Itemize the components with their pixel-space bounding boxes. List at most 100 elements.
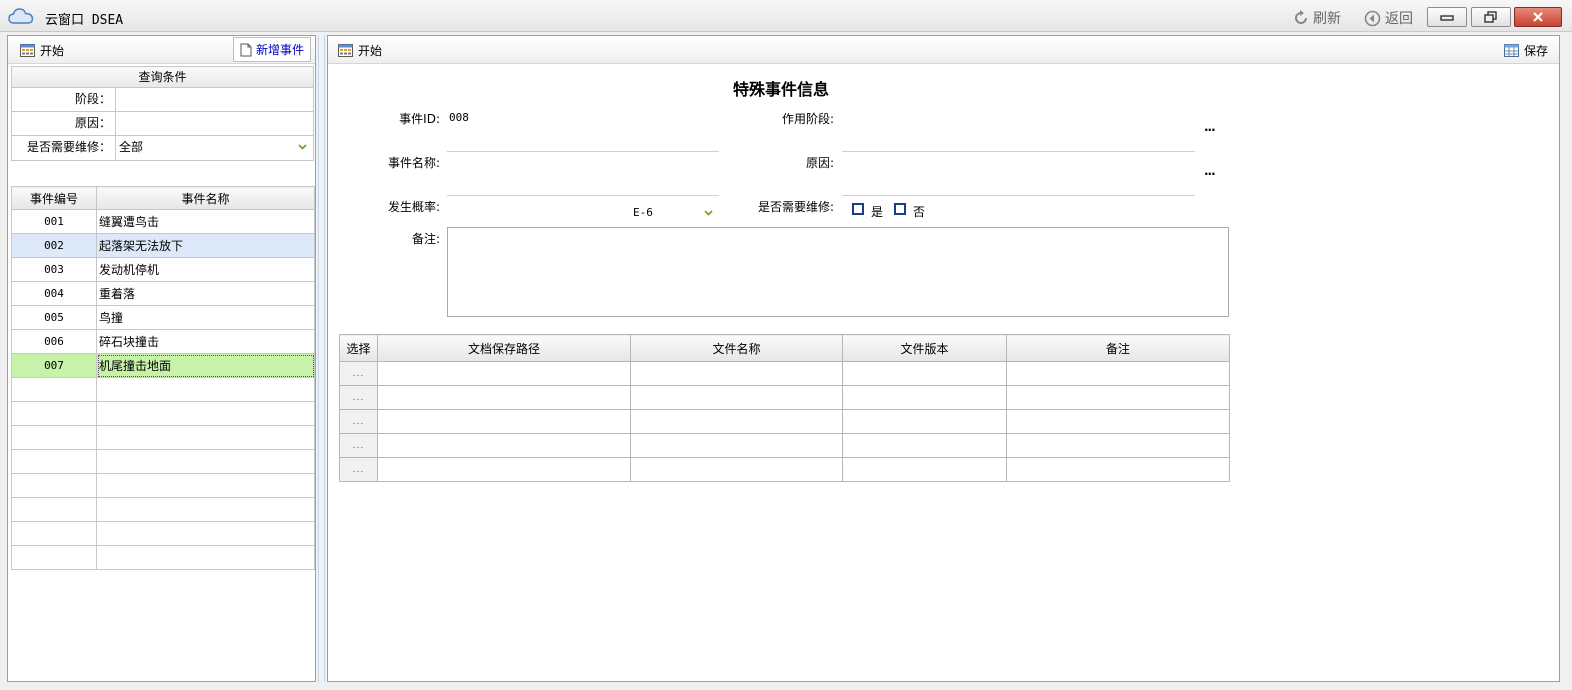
right-panel-header: 开始 保存 — [328, 36, 1559, 64]
right-start-tab[interactable]: 开始 — [338, 42, 382, 59]
query-row-stage: 阶段： — [12, 88, 313, 112]
minimize-button[interactable] — [1427, 7, 1467, 27]
restore-button[interactable] — [1471, 7, 1511, 27]
save-button[interactable]: 保存 — [1503, 42, 1548, 59]
doc-path-cell[interactable] — [377, 457, 631, 482]
refresh-label: 刷新 — [1313, 11, 1341, 27]
doc-path-cell[interactable] — [377, 409, 631, 434]
reason-input[interactable] — [116, 112, 313, 135]
file-name-cell[interactable] — [630, 457, 843, 482]
event-id-label: 事件ID: — [399, 112, 440, 126]
file-name-cell[interactable] — [630, 409, 843, 434]
doc-notes-cell[interactable] — [1006, 361, 1230, 386]
repair-yes-checkbox[interactable] — [852, 203, 864, 215]
col-file-version: 文件版本 — [842, 334, 1007, 362]
row-select-button[interactable]: ... — [339, 409, 378, 434]
back-button[interactable]: 返回 — [1364, 8, 1413, 28]
file-name-cell[interactable] — [630, 361, 843, 386]
col-select: 选择 — [339, 334, 378, 362]
empty-cell — [96, 545, 315, 570]
row-select-button[interactable]: ... — [339, 361, 378, 386]
file-name-cell[interactable] — [630, 385, 843, 410]
doc-notes-cell[interactable] — [1006, 409, 1230, 434]
table-save-icon — [1503, 44, 1519, 57]
table-row: ... — [339, 457, 1230, 482]
table-row[interactable]: 002 起落架无法放下 — [11, 233, 315, 258]
doc-notes-cell[interactable] — [1006, 385, 1230, 410]
form-title: 特殊事件信息 — [733, 80, 830, 99]
repair-filter-label: 是否需要维修： — [12, 136, 116, 160]
new-document-icon — [240, 43, 252, 56]
event-name-cell: 起落架无法放下 — [96, 233, 315, 258]
file-version-cell[interactable] — [842, 433, 1007, 458]
stage-input[interactable] — [116, 88, 313, 111]
event-detail-panel: 开始 保存 特殊事件信息 事件ID: 008 作用阶段: ... 事件名称: 原… — [327, 35, 1560, 682]
refresh-button[interactable]: 刷新 — [1293, 8, 1341, 28]
table-row: ... — [339, 433, 1230, 458]
stage-more-button[interactable]: ... — [1204, 120, 1216, 134]
event-id-value: 008 — [449, 111, 469, 124]
file-name-cell[interactable] — [630, 433, 843, 458]
notes-textarea[interactable] — [447, 227, 1229, 317]
empty-cell — [11, 401, 97, 426]
event-name-label: 事件名称: — [387, 156, 440, 170]
file-version-cell[interactable] — [842, 385, 1007, 410]
reason-underline — [842, 195, 1195, 196]
file-version-cell[interactable] — [842, 409, 1007, 434]
doc-path-cell[interactable] — [377, 433, 631, 458]
doc-path-cell[interactable] — [377, 385, 631, 410]
event-id-cell: 002 — [11, 233, 97, 258]
reason-field-label: 原因: — [805, 156, 834, 170]
event-id-cell: 001 — [11, 209, 97, 234]
chevron-down-icon — [298, 144, 307, 150]
row-select-button[interactable]: ... — [339, 385, 378, 410]
empty-cell — [96, 473, 315, 498]
empty-cell — [11, 497, 97, 522]
file-version-cell[interactable] — [842, 457, 1007, 482]
stage-label: 阶段： — [12, 88, 116, 111]
close-button[interactable] — [1514, 7, 1562, 27]
table-row[interactable]: 004 重着落 — [11, 281, 315, 306]
table-row[interactable]: 005 鸟撞 — [11, 305, 315, 330]
doc-path-cell[interactable] — [377, 361, 631, 386]
file-version-cell[interactable] — [842, 361, 1007, 386]
col-event-name: 事件名称 — [96, 186, 315, 210]
event-id-cell: 004 — [11, 281, 97, 306]
empty-cell — [96, 401, 315, 426]
doc-notes-cell[interactable] — [1006, 433, 1230, 458]
event-table: 事件编号 事件名称 001 缝翼遭鸟击 002 起落架无法放下 003 发动机停机 0… — [11, 186, 315, 570]
left-start-tab[interactable]: 开始 — [20, 42, 64, 59]
empty-cell — [11, 521, 97, 546]
window-title: 云窗口 DSEA — [45, 13, 124, 28]
add-event-button[interactable]: 新增事件 — [232, 37, 311, 62]
probability-label: 发生概率: — [387, 200, 440, 214]
back-label: 返回 — [1385, 11, 1413, 27]
stage-underline — [842, 151, 1195, 152]
query-row-repair: 是否需要维修： 全部 — [12, 136, 313, 160]
notes-label: 备注: — [411, 232, 440, 246]
table-row-selected[interactable]: 007 机尾撞击地面 — [11, 353, 315, 378]
documents-table-header: 选择 文档保存路径 文件名称 文件版本 备注 — [339, 334, 1230, 362]
row-select-button[interactable]: ... — [339, 433, 378, 458]
minimize-icon — [1440, 15, 1454, 21]
row-select-button[interactable]: ... — [339, 457, 378, 482]
reason-label: 原因： — [12, 112, 116, 135]
table-row[interactable]: 003 发动机停机 — [11, 257, 315, 282]
repair-no-checkbox[interactable] — [894, 203, 906, 215]
doc-notes-cell[interactable] — [1006, 457, 1230, 482]
reason-more-button[interactable]: ... — [1204, 164, 1216, 178]
table-row-empty — [11, 473, 315, 498]
empty-cell — [96, 449, 315, 474]
probability-select[interactable]: E-6 — [633, 206, 653, 219]
panel-splitter[interactable] — [318, 35, 325, 682]
table-row-empty — [11, 425, 315, 450]
chevron-down-icon[interactable] — [704, 210, 713, 216]
event-name-cell: 缝翼遭鸟击 — [96, 209, 315, 234]
table-row[interactable]: 006 碎石块撞击 — [11, 329, 315, 354]
event-table-header: 事件编号 事件名称 — [11, 186, 315, 210]
table-row-empty — [11, 377, 315, 402]
empty-cell — [96, 425, 315, 450]
table-row: ... — [339, 361, 1230, 386]
repair-filter-select[interactable]: 全部 — [116, 136, 313, 160]
table-row[interactable]: 001 缝翼遭鸟击 — [11, 209, 315, 234]
